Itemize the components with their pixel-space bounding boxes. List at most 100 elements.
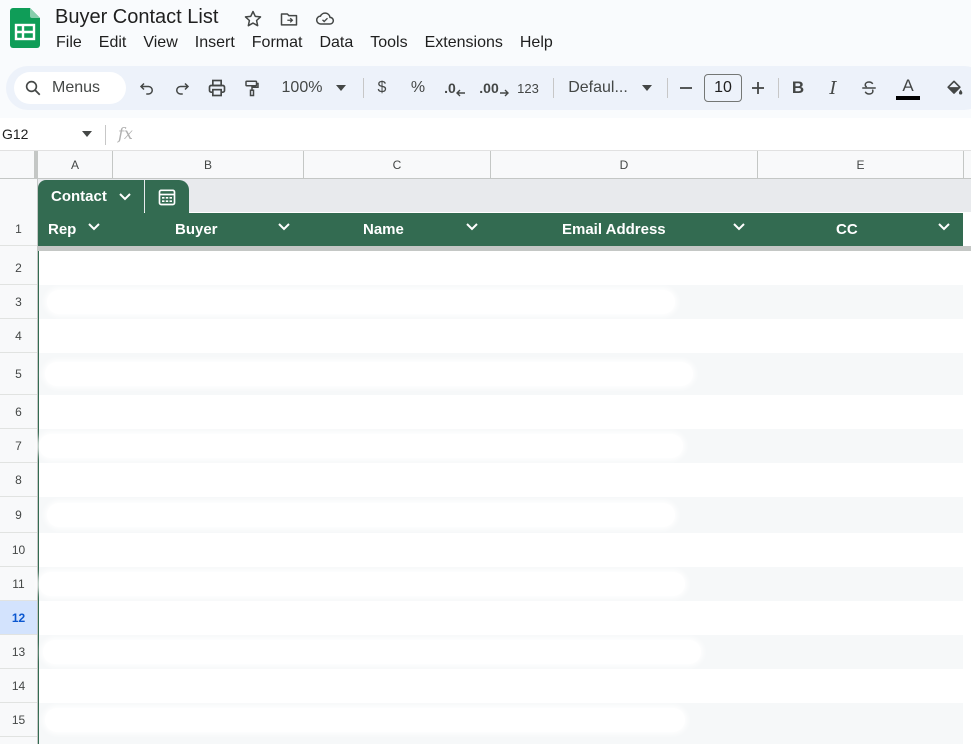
cc-chevron-down-icon[interactable] (938, 223, 950, 231)
chevron-down-icon[interactable] (119, 192, 131, 201)
strikethrough-icon[interactable] (858, 76, 880, 100)
table-row-selected[interactable] (39, 601, 963, 635)
header-email-address[interactable]: Email Address (562, 213, 666, 246)
toolbar-divider (553, 78, 554, 98)
percent-format-button[interactable]: % (408, 76, 428, 100)
table-row[interactable] (39, 533, 963, 567)
row-header[interactable]: 9 (0, 497, 37, 533)
row-header[interactable]: 8 (0, 463, 37, 497)
menu-extensions[interactable]: Extensions (425, 34, 512, 52)
table-calendar-button[interactable] (145, 180, 189, 213)
cloud-saved-icon[interactable] (314, 8, 336, 30)
menu-insert[interactable]: Insert (195, 34, 244, 52)
row-header[interactable]: 3 (0, 285, 37, 319)
move-folder-icon[interactable] (278, 8, 300, 30)
currency-format-button[interactable]: $ (374, 76, 390, 100)
table-name-chip[interactable]: Contact (38, 180, 144, 213)
menus-search-button[interactable]: Menus (14, 72, 126, 104)
row-header[interactable]: 2 (0, 251, 37, 285)
menu-edit[interactable]: Edit (99, 34, 136, 52)
sheets-logo-icon[interactable] (10, 8, 40, 48)
column-header-e[interactable]: E (758, 151, 964, 179)
name-box[interactable]: G12 (2, 126, 28, 142)
print-icon[interactable] (206, 76, 228, 100)
font-family-select[interactable]: Defaul... (566, 76, 630, 100)
redo-icon[interactable] (172, 76, 192, 100)
header-name[interactable]: Name (363, 213, 404, 246)
email-chevron-down-icon[interactable] (733, 223, 745, 231)
toolbar-divider (667, 78, 668, 98)
header-cc[interactable]: CC (836, 213, 858, 246)
table-row[interactable] (39, 497, 963, 533)
row-header[interactable]: 14 (0, 669, 37, 703)
calendar-icon (158, 189, 176, 205)
name-box-chevron-down-icon[interactable] (82, 131, 92, 137)
column-header-d[interactable]: D (491, 151, 758, 179)
font-chevron-down-icon[interactable] (640, 76, 654, 100)
menu-help[interactable]: Help (520, 34, 562, 52)
row-header[interactable]: 13 (0, 635, 37, 669)
decrease-decimal-button[interactable]: .0 (442, 76, 468, 100)
redacted-content (39, 434, 683, 458)
select-all-corner[interactable] (0, 151, 38, 179)
more-formats-button[interactable]: 123 (515, 76, 541, 100)
bold-button[interactable]: B (789, 76, 807, 100)
spreadsheet-app: Buyer Contact List File Edit View Insert… (0, 0, 971, 744)
column-headers: A B C D E (0, 151, 971, 179)
row-headers: 1 2 3 4 5 6 7 8 9 10 11 12 13 14 15 (0, 179, 38, 744)
table-row[interactable] (39, 429, 963, 463)
decrease-font-size-icon[interactable] (678, 76, 694, 100)
name-chevron-down-icon[interactable] (466, 223, 478, 231)
table-row[interactable] (39, 285, 963, 319)
header-rep[interactable]: Rep (48, 213, 76, 246)
table-body (38, 251, 963, 744)
buyer-chevron-down-icon[interactable] (278, 223, 290, 231)
table-row[interactable] (39, 319, 963, 353)
redacted-content (47, 290, 675, 314)
column-header-c[interactable]: C (304, 151, 491, 179)
table-row[interactable] (39, 463, 963, 497)
star-icon[interactable] (242, 8, 264, 30)
table-row[interactable] (39, 703, 963, 744)
toolbar-divider (778, 78, 779, 98)
row-header[interactable]: 4 (0, 319, 37, 353)
paint-format-icon[interactable] (242, 76, 262, 100)
text-color-button[interactable]: A (895, 76, 921, 100)
increase-font-size-icon[interactable] (750, 76, 766, 100)
row-header[interactable]: 15 (0, 703, 37, 737)
row-header[interactable]: 11 (0, 567, 37, 601)
menu-format[interactable]: Format (252, 34, 312, 52)
zoom-chevron-down-icon[interactable] (334, 76, 348, 100)
menu-file[interactable]: File (56, 34, 91, 52)
row-header[interactable]: 6 (0, 395, 37, 429)
table-row[interactable] (39, 395, 963, 429)
italic-button[interactable]: I (824, 76, 842, 100)
menu-data[interactable]: Data (319, 34, 362, 52)
table-row[interactable] (39, 669, 963, 703)
header-buyer[interactable]: Buyer (175, 213, 218, 246)
redacted-content (45, 362, 693, 386)
menu-view[interactable]: View (143, 34, 186, 52)
font-size-input[interactable]: 10 (704, 74, 742, 102)
arrow-right-icon (499, 89, 509, 97)
rep-chevron-down-icon[interactable] (88, 223, 100, 231)
column-header-a[interactable]: A (38, 151, 113, 179)
row-header-active[interactable]: 12 (0, 601, 37, 635)
zoom-select[interactable]: 100% (279, 76, 325, 100)
document-title[interactable]: Buyer Contact List (55, 6, 218, 29)
row-header[interactable]: 7 (0, 429, 37, 463)
text-color-swatch (896, 95, 920, 100)
row-header[interactable]: 10 (0, 533, 37, 567)
increase-decimal-button[interactable]: .00 (479, 76, 509, 100)
table-row[interactable] (39, 353, 963, 395)
row-header[interactable]: 1 (0, 212, 37, 246)
row-header[interactable]: 5 (0, 353, 37, 395)
menu-tools[interactable]: Tools (370, 34, 416, 52)
table-row[interactable] (39, 635, 963, 669)
undo-icon[interactable] (137, 76, 157, 100)
table-row[interactable] (39, 251, 963, 285)
redacted-content (47, 503, 675, 527)
fill-color-icon[interactable] (943, 76, 965, 100)
table-row[interactable] (39, 567, 963, 601)
column-header-b[interactable]: B (113, 151, 304, 179)
